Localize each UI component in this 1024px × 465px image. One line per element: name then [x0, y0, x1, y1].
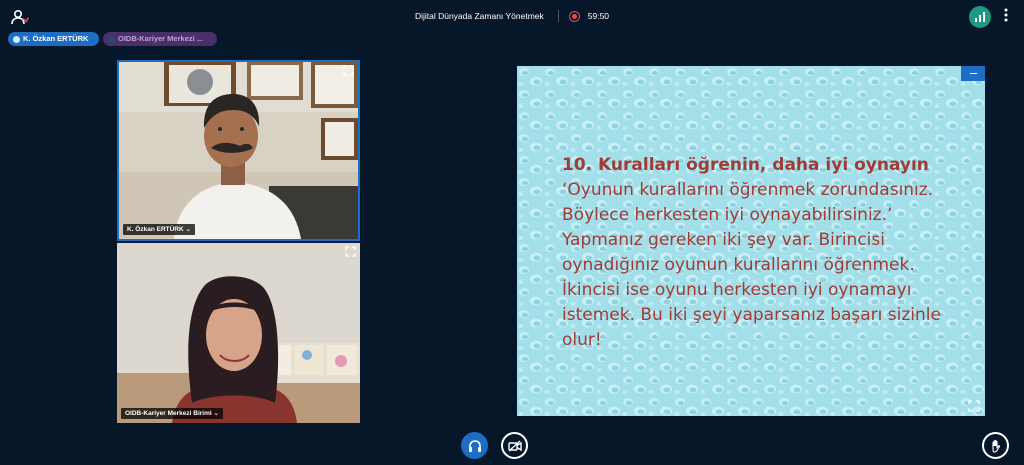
participant-name-badge[interactable]: K. Özkan ERTÜRK ⌄: [123, 224, 195, 235]
more-options-button[interactable]: [1001, 8, 1011, 26]
slide-title: 10. Kuralları öğrenin, daha iyi oynayın: [562, 155, 929, 175]
raise-hand-icon: [991, 439, 1000, 453]
video-toggle-button[interactable]: [501, 432, 528, 459]
headphones-icon: [468, 439, 481, 452]
meeting-header: Dijital Dünyada Zamanı Yönetmek 59:50: [0, 7, 1024, 25]
talker-name: K. Özkan ERTÜRK: [23, 34, 89, 43]
microphone-icon: [108, 35, 115, 43]
fullscreen-icon[interactable]: [968, 400, 980, 412]
meeting-title: Dijital Dünyada Zamanı Yönetmek: [414, 11, 544, 21]
expand-icon[interactable]: [345, 246, 356, 257]
raise-hand-button[interactable]: [982, 432, 1009, 459]
signal-bars-icon: [975, 12, 985, 22]
expand-icon[interactable]: [343, 65, 354, 76]
presentation-area[interactable]: 10. Kuralları öğrenin, daha iyi oynayın …: [517, 66, 985, 416]
more-vertical-icon: [1004, 8, 1008, 22]
webcam-feed-image: [117, 243, 360, 423]
recording-time: 59:50: [587, 11, 610, 21]
minimize-presentation-button[interactable]: [961, 66, 985, 81]
slide-text: 10. Kuralları öğrenin, daha iyi oynayın …: [562, 153, 962, 353]
recording-icon[interactable]: [568, 10, 580, 22]
talker-chip[interactable]: K. Özkan ERTÜRK: [8, 32, 99, 46]
video-off-icon: [507, 439, 522, 452]
title-divider: [557, 10, 559, 22]
video-tile[interactable]: K. Özkan ERTÜRK ⌄: [117, 60, 360, 241]
webcam-feed-image: [119, 62, 358, 239]
slide-body: ‘Oyunun kurallarını öğrenmek zorundasını…: [562, 180, 941, 350]
talker-name: OIDB-Kariyer Merkezi ...: [118, 34, 204, 43]
participant-name-badge[interactable]: OIDB-Kariyer Merkezi Birimi ⌄: [121, 408, 223, 419]
connection-status-button[interactable]: [969, 6, 991, 28]
participant-name: OIDB-Kariyer Merkezi Birimi: [125, 410, 212, 417]
talker-chip[interactable]: OIDB-Kariyer Merkezi ...: [103, 32, 217, 46]
audio-button[interactable]: [461, 432, 488, 459]
participant-name: K. Özkan ERTÜRK: [127, 226, 184, 233]
microphone-icon: [13, 35, 20, 43]
video-tile[interactable]: OIDB-Kariyer Merkezi Birimi ⌄: [117, 243, 360, 423]
